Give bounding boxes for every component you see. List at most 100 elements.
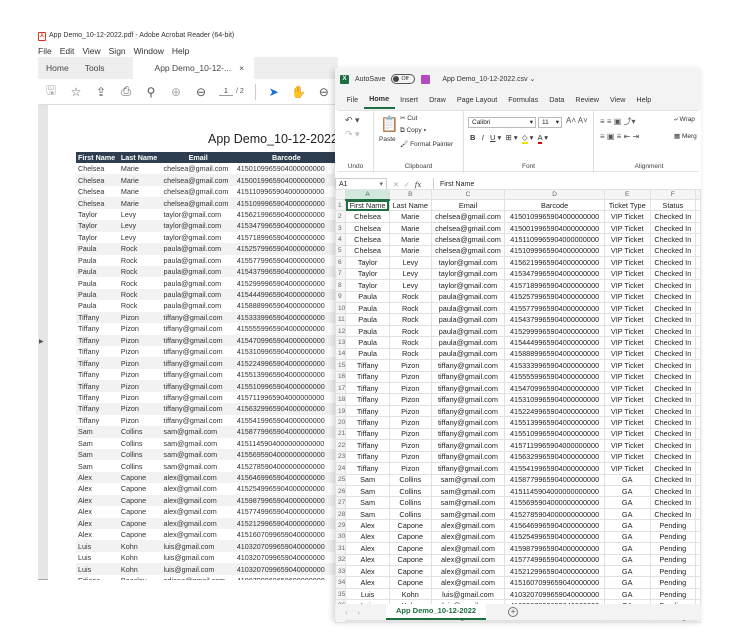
cell-last-name[interactable]: Rock [388, 290, 432, 303]
cell-status[interactable]: Checked In [649, 324, 697, 338]
cell-barcode[interactable]: 4156329965904000000000 [504, 450, 605, 464]
row-number[interactable]: 33 [334, 564, 347, 578]
row-number[interactable]: 3 [334, 221, 347, 235]
tab-data[interactable]: Data [544, 90, 570, 110]
row-number[interactable]: 12 [334, 324, 347, 338]
cell-last-name[interactable]: Kohn [388, 587, 432, 601]
tab-tools[interactable]: Tools [77, 57, 113, 79]
cell-barcode[interactable]: 4152785904000000000000 [504, 507, 605, 521]
cell-last-name[interactable]: Pizon [388, 427, 432, 441]
row-number[interactable]: 17 [334, 381, 347, 395]
cell-status[interactable]: Pending [649, 576, 697, 589]
cell-email[interactable]: paula@gmail.com [430, 313, 506, 326]
cell-first-name[interactable]: Paula [345, 336, 390, 349]
tab-review[interactable]: Review [570, 90, 605, 110]
cell-email[interactable]: chelsea@gmail.com [430, 210, 506, 223]
cell-last-name[interactable]: Pizon [388, 359, 432, 372]
cell-status[interactable]: Checked In [649, 484, 697, 498]
row-number[interactable]: 8 [334, 279, 347, 292]
cell-status[interactable]: Pending [649, 530, 697, 544]
cell-first-name[interactable]: Luis [345, 587, 390, 601]
cell-email[interactable]: alex@gmail.com [430, 564, 506, 578]
cell[interactable] [695, 290, 701, 303]
cell-first-name[interactable]: Paula [345, 324, 390, 338]
cell-ticket-type[interactable]: VIP Ticket [603, 359, 651, 372]
cell-last-name[interactable]: Marie [388, 244, 432, 258]
hand-tool-icon[interactable]: ✋ [291, 85, 306, 99]
tab-insert[interactable]: Insert [395, 90, 424, 110]
cell-status[interactable]: Checked In [649, 256, 697, 269]
cell-email[interactable]: tiffany@gmail.com [430, 393, 506, 406]
cell[interactable] [695, 576, 701, 589]
close-tab-icon[interactable]: × [239, 57, 244, 79]
cell-first-name[interactable]: Tiffany [345, 381, 390, 395]
cell-barcode[interactable]: 4155139965904000000000 [504, 416, 605, 429]
cell-ticket-type[interactable]: VIP Ticket [603, 450, 651, 464]
cell[interactable] [695, 336, 701, 349]
tab-view[interactable]: View [604, 90, 630, 110]
cell-email[interactable]: alex@gmail.com [430, 542, 506, 555]
cell[interactable] [695, 484, 701, 498]
cell[interactable] [695, 427, 701, 441]
row-number[interactable]: 25 [334, 473, 347, 486]
save-icon[interactable] [421, 74, 431, 84]
cell-ticket-type[interactable]: VIP Ticket [603, 439, 651, 452]
bold-icon[interactable]: B [470, 133, 475, 142]
cell-first-name[interactable]: Alex [345, 576, 390, 589]
cell[interactable] [695, 256, 701, 269]
column-header-f[interactable]: F [649, 189, 697, 200]
cell-status[interactable]: Checked In [649, 336, 697, 349]
row-number[interactable]: 26 [334, 484, 347, 498]
cell-email[interactable]: sam@gmail.com [430, 484, 506, 498]
cell-ticket-type[interactable]: VIP Ticket [603, 210, 651, 223]
cell-last-name[interactable]: Rock [388, 336, 432, 349]
cell-ticket-type[interactable]: VIP Ticket [603, 462, 651, 475]
cell-last-name[interactable]: Capone [388, 519, 432, 532]
menu-help[interactable]: Help [172, 46, 189, 56]
cell-status[interactable]: Checked In [649, 244, 697, 258]
cell-barcode[interactable]: 4151607099659040000000 [504, 576, 605, 589]
cell-last-name[interactable]: Pizon [388, 404, 432, 418]
cell-email[interactable]: sam@gmail.com [430, 496, 506, 509]
row-number[interactable]: 15 [334, 359, 347, 372]
paste-button[interactable]: Paste [379, 136, 396, 143]
cell-last-name[interactable]: Pizon [388, 462, 432, 475]
redo-icon[interactable]: ↷ ▾ [345, 129, 360, 140]
cell-status[interactable]: Checked In [649, 290, 697, 303]
cell-status[interactable]: Checked In [649, 210, 697, 223]
column-header-g[interactable] [695, 189, 701, 200]
side-panel-toggle-icon[interactable]: ▶ [39, 338, 44, 345]
cell-last-name[interactable]: Marie [388, 210, 432, 223]
cell-barcode[interactable]: 4152249965904000000000 [504, 404, 605, 418]
cell[interactable] [695, 301, 701, 315]
cell-first-name[interactable]: Sam [345, 473, 390, 486]
cell-last-name[interactable]: Capone [388, 564, 432, 578]
select-cursor-icon[interactable]: ➤ [267, 85, 281, 99]
cell-status[interactable]: Checked In [649, 221, 697, 235]
cell-email[interactable]: paula@gmail.com [430, 290, 506, 303]
cell-status[interactable]: Checked In [649, 381, 697, 395]
cell[interactable] [695, 450, 701, 464]
cell-barcode[interactable]: 4151109965904000000000 [504, 233, 605, 246]
zoom-search-icon[interactable]: ⚲ [144, 85, 158, 99]
cell-header-last-name[interactable]: Last Name [388, 198, 432, 212]
cell[interactable] [695, 198, 701, 212]
cell-email[interactable]: chelsea@gmail.com [430, 233, 506, 246]
cell-status[interactable]: Checked In [649, 473, 697, 486]
cell-email[interactable]: paula@gmail.com [430, 347, 506, 361]
cell-last-name[interactable]: Pizon [388, 381, 432, 395]
cell-email[interactable]: luis@gmail.com [430, 587, 506, 601]
cell-email[interactable]: alex@gmail.com [430, 530, 506, 544]
cell-last-name[interactable]: Rock [388, 313, 432, 326]
sheet-tab-active[interactable]: App Demo_10-12-2022 [386, 604, 487, 620]
cell-email[interactable]: sam@gmail.com [430, 473, 506, 486]
cell-email[interactable]: chelsea@gmail.com [430, 244, 506, 258]
cell[interactable] [695, 210, 701, 223]
cell[interactable] [695, 244, 701, 258]
cell[interactable] [695, 347, 701, 361]
cell-email[interactable]: tiffany@gmail.com [430, 462, 506, 475]
cell-last-name[interactable]: Levy [388, 279, 432, 292]
menu-sign[interactable]: Sign [109, 46, 126, 56]
cell-status[interactable]: Checked In [649, 301, 697, 315]
cell-first-name[interactable]: Alex [345, 553, 390, 567]
